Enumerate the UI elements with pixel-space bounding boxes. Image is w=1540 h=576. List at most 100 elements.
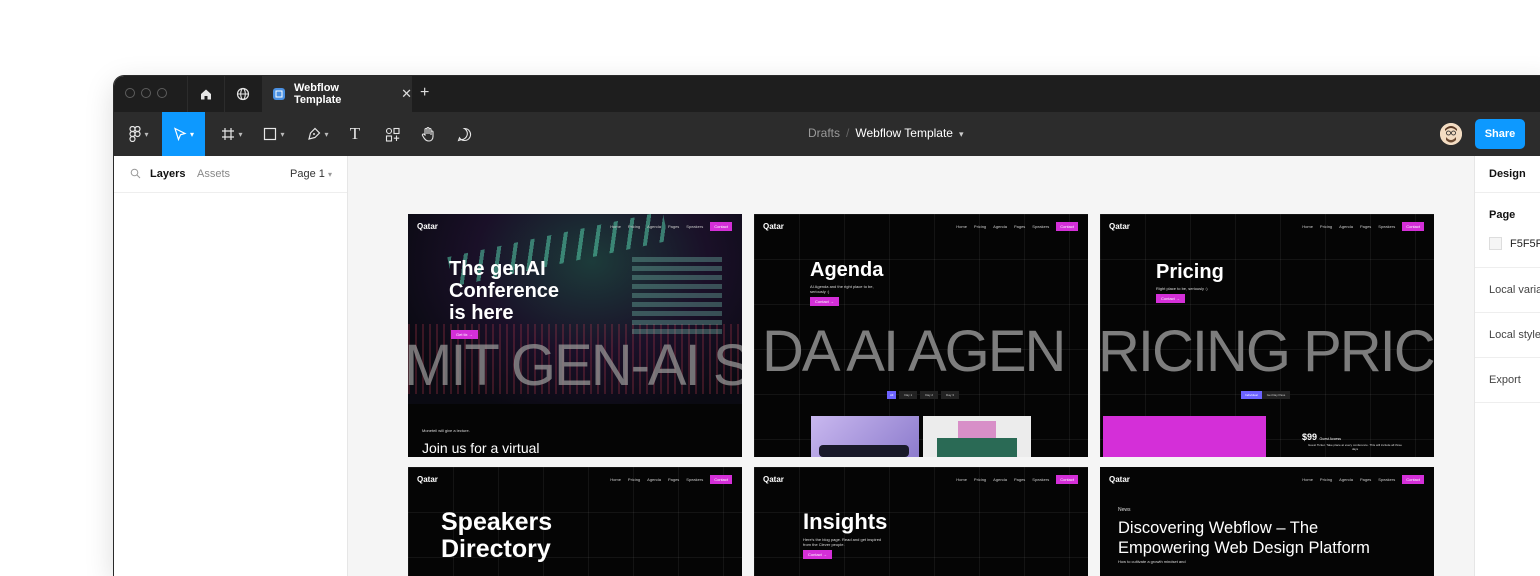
agenda-subtitle: AI Agenda and the right place to be, ser… [810,284,874,295]
frame-logo: Qatar [763,222,784,231]
nav-contact: Contact [710,475,732,484]
community-button[interactable] [224,76,261,112]
agenda-title: Agenda [810,259,884,281]
page-selector-label: Page 1 [290,168,325,180]
hand-tool-button[interactable] [414,112,442,156]
properties-panel-header: Design P [1475,156,1540,193]
pricing-card [1103,416,1266,457]
home-button[interactable] [187,76,224,112]
frame-nav: Home Pricing Agenda Pages Speakers Conta… [610,475,732,484]
nav-speakers: Speakers [686,224,704,229]
nav-agenda: Agenda [993,477,1007,482]
insights-button: Contact → [803,550,832,559]
frame-agenda[interactable]: Qatar Home Pricing Agenda Pages Speakers… [754,214,1088,457]
nav-speakers: Speakers [1032,477,1050,482]
frame-tool-button[interactable]: ▾ [214,112,250,156]
frame-insights[interactable]: Qatar Home Pricing Agenda Pages Speakers… [754,467,1088,576]
nav-speakers: Speakers [1378,477,1396,482]
frame-logo: Qatar [1109,475,1130,484]
main-menu-button[interactable]: ▾ [122,112,156,156]
window-controls [125,88,167,98]
resources-button[interactable] [378,112,406,156]
nav-pages: Pages [1013,477,1026,482]
frame-nav: Home Pricing Agenda Pages Speakers Conta… [1302,222,1424,231]
nav-agenda: Agenda [1339,477,1353,482]
nav-pages: Pages [667,224,680,229]
page-selector[interactable]: Page 1 ▾ [290,168,332,180]
home-join-text: Join us for a virtual [422,440,540,456]
nav-pricing: Pricing [627,477,641,482]
nav-contact: Contact [710,222,732,231]
comment-tool-button[interactable] [450,112,478,156]
frame-news[interactable]: Qatar Home Pricing Agenda Pages Speakers… [1100,467,1434,576]
breadcrumb-project[interactable]: Drafts [808,126,840,140]
insights-title: Insights [803,509,888,534]
nav-agenda: Agenda [1339,224,1353,229]
frame-nav: Home Pricing Agenda Pages Speakers Conta… [956,222,1078,231]
agenda-card-image-1 [811,416,919,457]
page-color-value[interactable]: F5F5F5 [1510,238,1540,250]
close-icon[interactable]: ✕ [401,86,412,102]
user-avatar-icon [1440,123,1462,145]
home-marquee: MIT GEN-AI S [408,333,742,398]
avatar[interactable] [1440,123,1462,145]
nav-home: Home [956,477,967,482]
day-tab-3: Day 3 [941,391,959,399]
layers-panel: Layers Assets Page 1 ▾ [114,156,348,576]
nav-home: Home [1302,224,1313,229]
pricing-title: Pricing [1156,261,1224,283]
cursor-icon [173,127,187,141]
pen-tool-button[interactable]: ▾ [300,112,336,156]
comment-icon [457,127,471,141]
close-window-button[interactable] [125,88,135,98]
figma-logo-icon [129,126,142,142]
tab-layers[interactable]: Layers [150,168,185,180]
frame-nav: Home Pricing Agenda Pages Speakers Conta… [956,475,1078,484]
frame-nav: Home Pricing Agenda Pages Speakers Conta… [1302,475,1424,484]
new-tab-button[interactable]: + [420,84,429,102]
toggle-individual: Individual [1241,391,1262,399]
frame-home[interactable]: Qatar Home Pricing Agenda Pages Speakers… [408,214,742,457]
price-description: Guest Ticket. Take place at every confer… [1308,443,1402,451]
breadcrumb-separator: / [846,126,850,140]
frame-logo: Qatar [1109,222,1130,231]
frame-speakers[interactable]: Qatar Home Pricing Agenda Pages Speakers… [408,467,742,576]
page-color-swatch[interactable] [1489,237,1502,250]
share-button[interactable]: Share [1475,119,1525,149]
frame-pricing[interactable]: Qatar Home Pricing Agenda Pages Speakers… [1100,214,1434,457]
nav-pricing: Pricing [1319,477,1333,482]
tab-design[interactable]: Design [1489,168,1526,180]
tab-bar: Webflow Template ✕ + [114,76,1540,113]
chevron-down-icon: ▾ [280,129,285,139]
nav-speakers: Speakers [1032,224,1050,229]
rectangle-icon [264,127,277,141]
news-subtitle: How to cultivate a growth mindset and [1118,559,1186,564]
move-tool-button[interactable]: ▾ [162,112,205,156]
price-label: Guest Access [1319,437,1341,441]
nav-pages: Pages [1359,224,1372,229]
search-icon[interactable] [130,168,141,182]
local-styles-section[interactable]: Local style [1475,313,1540,358]
day-tab-1: Day 1 [899,391,918,399]
frame-logo: Qatar [763,475,784,484]
tab-webflow-template[interactable]: Webflow Template ✕ [262,76,412,112]
maximize-window-button[interactable] [157,88,167,98]
components-icon [385,127,400,142]
text-tool-button[interactable]: T [342,112,368,156]
breadcrumb-file[interactable]: Webflow Template [855,126,953,140]
news-eyebrow: News [1118,507,1131,513]
nav-contact: Contact [1402,222,1424,231]
shape-tool-button[interactable]: ▾ [256,112,292,156]
chevron-down-icon[interactable]: ▾ [959,129,964,139]
export-section[interactable]: Export [1475,358,1540,403]
tab-assets[interactable]: Assets [197,168,230,180]
nav-home: Home [610,477,621,482]
minimize-window-button[interactable] [141,88,151,98]
nav-pricing: Pricing [627,224,641,229]
local-variables-section[interactable]: Local varia [1475,268,1540,313]
globe-icon [236,87,250,101]
chevron-down-icon: ▾ [144,129,149,139]
home-hero-title: The genAI Conference is here [449,258,560,324]
nav-pricing: Pricing [973,224,987,229]
pricing-toggle: Individual Get Day Pass [1241,391,1291,399]
